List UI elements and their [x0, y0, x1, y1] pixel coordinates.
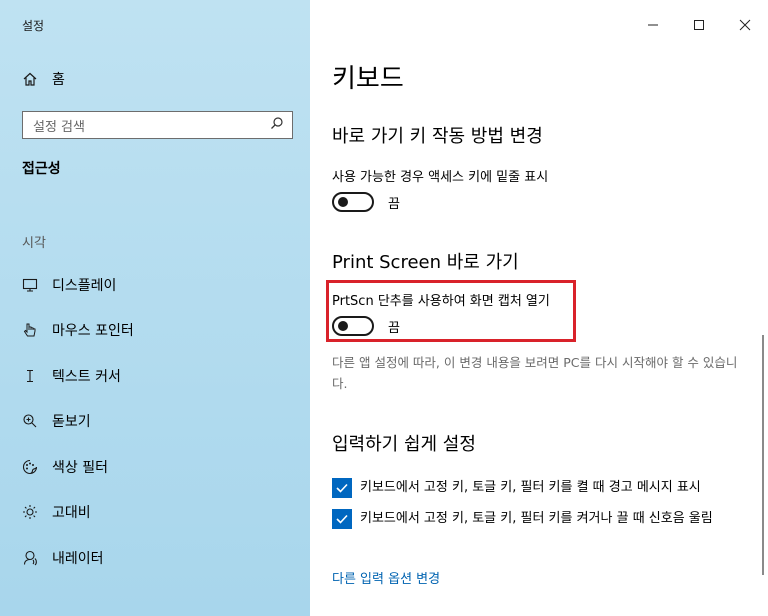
main-content: 키보드 바로 가기 키 작동 방법 변경 사용 가능한 경우 액세스 키에 밑줄…	[310, 0, 768, 616]
home-icon	[22, 71, 38, 87]
color-filter-icon	[22, 459, 38, 475]
minimize-button[interactable]	[630, 0, 676, 50]
sidebar-item-label: 색상 필터	[52, 459, 108, 476]
warning-message-checkbox-row[interactable]: 키보드에서 고정 키, 토글 키, 필터 키를 켤 때 경고 메시지 표시	[332, 477, 742, 498]
toggle-state-label: 끔	[388, 320, 400, 336]
text-cursor-icon	[22, 368, 38, 384]
access-key-underline-row: 끔	[332, 192, 400, 212]
sidebar-item-high-contrast[interactable]: 고대비	[0, 490, 310, 536]
sidebar-item-text-cursor[interactable]: 텍스트 커서	[0, 353, 310, 399]
maximize-button[interactable]	[676, 0, 722, 50]
sound-checkbox-row[interactable]: 키보드에서 고정 키, 토글 키, 필터 키를 켜거나 끌 때 신호음 울림	[332, 508, 742, 529]
sidebar-nav: 디스플레이 마우스 포인터 텍스트 커서 돋보기 색상 필터 고대비 내레이터	[0, 262, 310, 581]
page-title: 키보드	[332, 64, 404, 94]
brightness-icon	[22, 504, 38, 520]
sidebar-item-label: 텍스트 커서	[52, 368, 121, 385]
prtscn-toggle[interactable]	[332, 316, 374, 336]
scrollbar[interactable]	[762, 335, 764, 575]
prtscn-label: PrtScn 단추를 사용하여 화면 캡처 열기	[332, 294, 550, 309]
search-icon[interactable]	[270, 116, 284, 134]
sidebar: 설정 홈 설정 검색 접근성 시각 디스플레이 마우스 포인터 텍스트 커서 돋…	[0, 0, 310, 616]
checkmark-icon	[336, 483, 348, 493]
settings-search-input[interactable]: 설정 검색	[22, 111, 293, 139]
checkmark-icon	[336, 514, 348, 524]
toggle-state-label: 끔	[388, 196, 400, 212]
pointer-icon	[22, 322, 38, 338]
toggle-knob	[338, 197, 348, 207]
sidebar-item-label: 마우스 포인터	[52, 323, 134, 340]
sidebar-item-label: 돋보기	[52, 414, 91, 431]
access-key-underline-toggle[interactable]	[332, 192, 374, 212]
narrator-icon	[22, 550, 38, 566]
sidebar-item-label: 디스플레이	[52, 277, 117, 294]
toggle-knob	[338, 321, 348, 331]
shortcut-section-heading: 바로 가기 키 작동 방법 변경	[332, 126, 543, 147]
maximize-icon	[694, 20, 704, 30]
sidebar-home-label: 홈	[52, 72, 65, 88]
current-section-title: 접근성	[22, 161, 61, 177]
minimize-icon	[648, 24, 658, 26]
close-icon	[739, 19, 751, 31]
sidebar-item-display[interactable]: 디스플레이	[0, 262, 310, 308]
prtscn-row: 끔	[332, 316, 400, 336]
sidebar-item-label: 내레이터	[52, 550, 104, 567]
window-title: 설정	[22, 19, 45, 33]
warning-message-checkbox[interactable]	[332, 478, 352, 498]
window-controls	[630, 0, 768, 50]
checkbox-label: 키보드에서 고정 키, 토글 키, 필터 키를 켜거나 끌 때 신호음 울림	[360, 511, 713, 526]
search-placeholder: 설정 검색	[33, 119, 85, 135]
restart-note: 다른 앱 설정에 따라, 이 변경 내용을 보려면 PC를 다시 시작해야 할 …	[332, 355, 738, 391]
sidebar-home[interactable]: 홈	[22, 68, 65, 90]
typing-section-heading: 입력하기 쉽게 설정	[332, 434, 476, 455]
sidebar-item-narrator[interactable]: 내레이터	[0, 535, 310, 581]
group-label-vision: 시각	[22, 236, 46, 251]
other-input-options-link[interactable]: 다른 입력 옵션 변경	[332, 568, 440, 587]
sound-checkbox[interactable]	[332, 509, 352, 529]
sidebar-item-label: 고대비	[52, 505, 91, 522]
sidebar-item-magnifier[interactable]: 돋보기	[0, 399, 310, 445]
sidebar-item-mouse-pointer[interactable]: 마우스 포인터	[0, 308, 310, 354]
close-button[interactable]	[722, 0, 768, 50]
printscreen-section-heading: Print Screen 바로 가기	[332, 252, 519, 273]
sidebar-item-color-filter[interactable]: 색상 필터	[0, 444, 310, 490]
monitor-icon	[22, 277, 38, 293]
checkbox-label: 키보드에서 고정 키, 토글 키, 필터 키를 켤 때 경고 메시지 표시	[360, 480, 701, 495]
access-key-underline-label: 사용 가능한 경우 액세스 키에 밑줄 표시	[332, 170, 549, 185]
magnifier-icon	[22, 413, 38, 429]
